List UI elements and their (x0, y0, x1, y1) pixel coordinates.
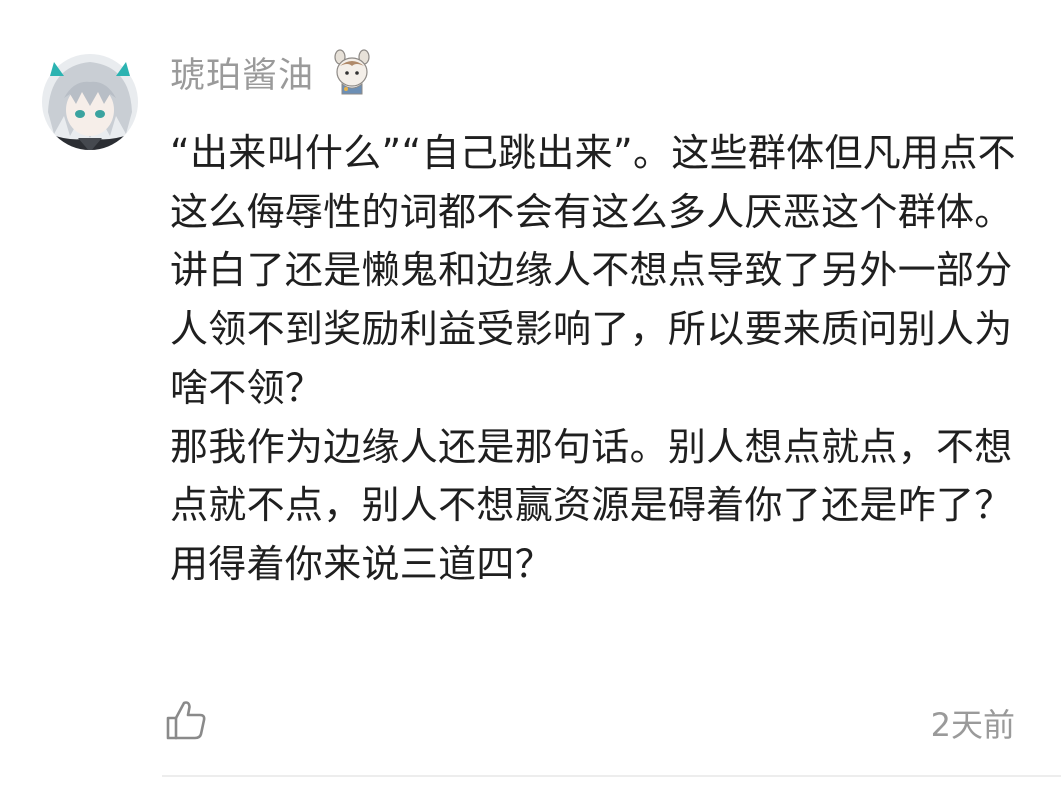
timestamp: 2天前 (930, 706, 1015, 744)
comment-paragraph: 那我作为边缘人还是那句话。别人想点就点，不想点就不点，别人不想赢资源是碍着你了还… (170, 424, 1013, 586)
comment-body: “出来叫什么”“自己跳出来”。这些群体但凡用点不这么侮辱性的词都不会有这么多人厌… (170, 124, 1020, 594)
comment-paragraph: 讲白了还是懒鬼和边缘人不想点导致了另外一部分人领不到奖励利益受影响了，所以要来质… (170, 248, 1013, 410)
thumbs-up-icon[interactable] (164, 698, 208, 742)
doll-badge-icon (334, 49, 370, 95)
divider (162, 775, 1061, 777)
username[interactable]: 琥珀酱油 (170, 47, 314, 98)
username-row: 琥珀酱油 (170, 46, 376, 98)
comment-paragraph: “出来叫什么”“自己跳出来”。这些群体但凡用点不这么侮辱性的词都不会有这么多人厌… (170, 131, 1016, 234)
user-avatar[interactable] (30, 52, 150, 152)
